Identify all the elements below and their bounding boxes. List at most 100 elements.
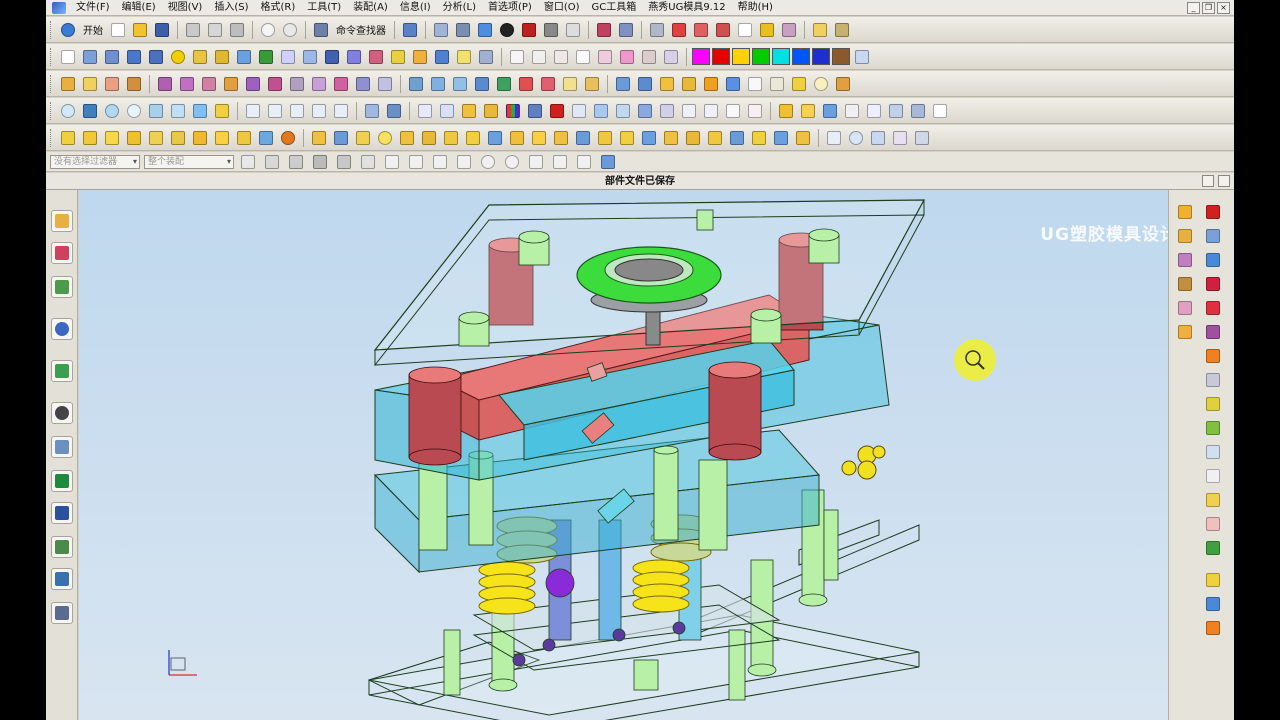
revolve-icon[interactable] (102, 47, 122, 67)
mirror-body-icon[interactable] (406, 74, 426, 94)
mold-base-icon-18[interactable] (683, 128, 703, 148)
text-icon[interactable] (573, 47, 593, 67)
mold-part-icon-2[interactable] (80, 128, 100, 148)
mold-base-icon-12[interactable] (551, 128, 571, 148)
copy-icon[interactable] (205, 20, 225, 40)
line-style-icon[interactable] (810, 20, 830, 40)
bulb-off-icon[interactable] (124, 101, 144, 121)
sync-move-face-icon[interactable] (155, 74, 175, 94)
layer-icon[interactable] (519, 20, 539, 40)
drawing-icon[interactable] (1203, 514, 1223, 534)
delete-files-icon[interactable] (1203, 594, 1223, 614)
mold-part-icon-4[interactable] (124, 128, 144, 148)
mold-base-icon-17[interactable] (661, 128, 681, 148)
folder-icon[interactable] (798, 101, 818, 121)
f8-icon[interactable] (723, 101, 743, 121)
cavity-layout-icon[interactable] (1175, 250, 1195, 270)
menu-view[interactable]: 视图(V) (162, 0, 209, 16)
dimension-icon[interactable] (832, 20, 852, 40)
intersect-curve-icon[interactable] (639, 47, 659, 67)
menu-information[interactable]: 信息(I) (394, 0, 437, 16)
color-swatch-magenta[interactable] (692, 48, 710, 65)
selection-icon[interactable] (400, 20, 420, 40)
mold-base-icon-10[interactable] (507, 128, 527, 148)
reuse-library-icon[interactable] (51, 318, 73, 340)
snap-icon-8[interactable] (550, 152, 570, 172)
hide-icon[interactable] (541, 20, 561, 40)
color-swatch-green[interactable] (752, 48, 770, 65)
sync-pattern-icon[interactable] (265, 74, 285, 94)
show-hide-icon[interactable] (58, 101, 78, 121)
save-icon[interactable] (152, 20, 172, 40)
filter-icon-3[interactable] (286, 152, 306, 172)
mold-base-icon-7[interactable] (441, 128, 461, 148)
extract-curve-icon[interactable] (661, 47, 681, 67)
sync-copy-icon[interactable] (309, 74, 329, 94)
sub-insert-icon[interactable] (1203, 370, 1223, 390)
mold-part-icon-1[interactable] (58, 128, 78, 148)
sync-mirror-icon[interactable] (287, 74, 307, 94)
constraint-nav-icon[interactable] (51, 242, 73, 264)
draft-icon[interactable] (454, 47, 474, 67)
slider-lifter-icon[interactable] (1203, 346, 1223, 366)
pad-icon[interactable] (234, 47, 254, 67)
sketch-icon[interactable] (58, 47, 78, 67)
snap-icon-5[interactable] (478, 152, 498, 172)
snap-icon-7[interactable] (526, 152, 546, 172)
block-icon[interactable] (124, 47, 144, 67)
mold-base-icon-15[interactable] (617, 128, 637, 148)
status-expand-button[interactable] (1218, 175, 1230, 187)
shrinkage-icon[interactable] (1175, 226, 1195, 246)
shell-icon[interactable] (432, 47, 452, 67)
filter-icon-2[interactable] (262, 152, 282, 172)
mold-tool-icon-4[interactable] (679, 74, 699, 94)
probe-icon[interactable] (789, 74, 809, 94)
cylinder-icon[interactable] (146, 47, 166, 67)
mold-base-icon-11[interactable] (529, 128, 549, 148)
offset-curve-icon[interactable] (595, 47, 615, 67)
cut-icon[interactable] (183, 20, 203, 40)
mold-base-icon-6[interactable] (419, 128, 439, 148)
menu-insert[interactable]: 插入(S) (208, 0, 254, 16)
menu-gc-toolkit[interactable]: GC工具箱 (586, 0, 643, 16)
gear-icon[interactable] (278, 128, 298, 148)
mold-part-icon-10[interactable] (256, 128, 276, 148)
cooling-icon[interactable] (1203, 442, 1223, 462)
line-icon[interactable] (507, 47, 527, 67)
bulb-on-icon[interactable] (102, 101, 122, 121)
trim-ejector-icon[interactable] (1203, 322, 1223, 342)
white-icon[interactable] (930, 101, 950, 121)
mold-part-icon-3[interactable] (102, 128, 122, 148)
assembly-icon-2[interactable] (384, 101, 404, 121)
runner-icon[interactable] (1203, 418, 1223, 438)
mold-base-icon-19[interactable] (705, 128, 725, 148)
mold-tool-icon-2[interactable] (635, 74, 655, 94)
color-swatch-red[interactable] (712, 48, 730, 65)
menu-analysis[interactable]: 分析(L) (437, 0, 482, 16)
prev-icon[interactable] (265, 101, 285, 121)
mold-part-icon-9[interactable] (234, 128, 254, 148)
mold-part-icon-7[interactable] (190, 128, 210, 148)
tangent-icon[interactable] (890, 128, 910, 148)
measure-icon[interactable] (647, 20, 667, 40)
electrode-icon[interactable] (1203, 466, 1223, 486)
color-display-icon[interactable] (563, 20, 583, 40)
last-icon[interactable] (309, 101, 329, 121)
surface-icon-1[interactable] (58, 74, 78, 94)
snap-icon-10[interactable] (598, 152, 618, 172)
reflect-icon[interactable] (635, 101, 655, 121)
mold-csys-icon[interactable] (1203, 202, 1223, 222)
history-icon[interactable] (51, 402, 73, 424)
bulb-all-icon[interactable] (212, 101, 232, 121)
snap-icon-2[interactable] (406, 152, 426, 172)
show-only-icon[interactable] (80, 101, 100, 121)
sync-delete-icon[interactable] (221, 74, 241, 94)
snap-icon-6[interactable] (502, 152, 522, 172)
filter-icon-5[interactable] (334, 152, 354, 172)
undo-icon[interactable] (258, 20, 278, 40)
mold-base-icon-8[interactable] (463, 128, 483, 148)
snap-icon-9[interactable] (574, 152, 594, 172)
color-swatch-cyan[interactable] (772, 48, 790, 65)
folder-open-icon[interactable] (776, 101, 796, 121)
window-icon[interactable] (820, 101, 840, 121)
